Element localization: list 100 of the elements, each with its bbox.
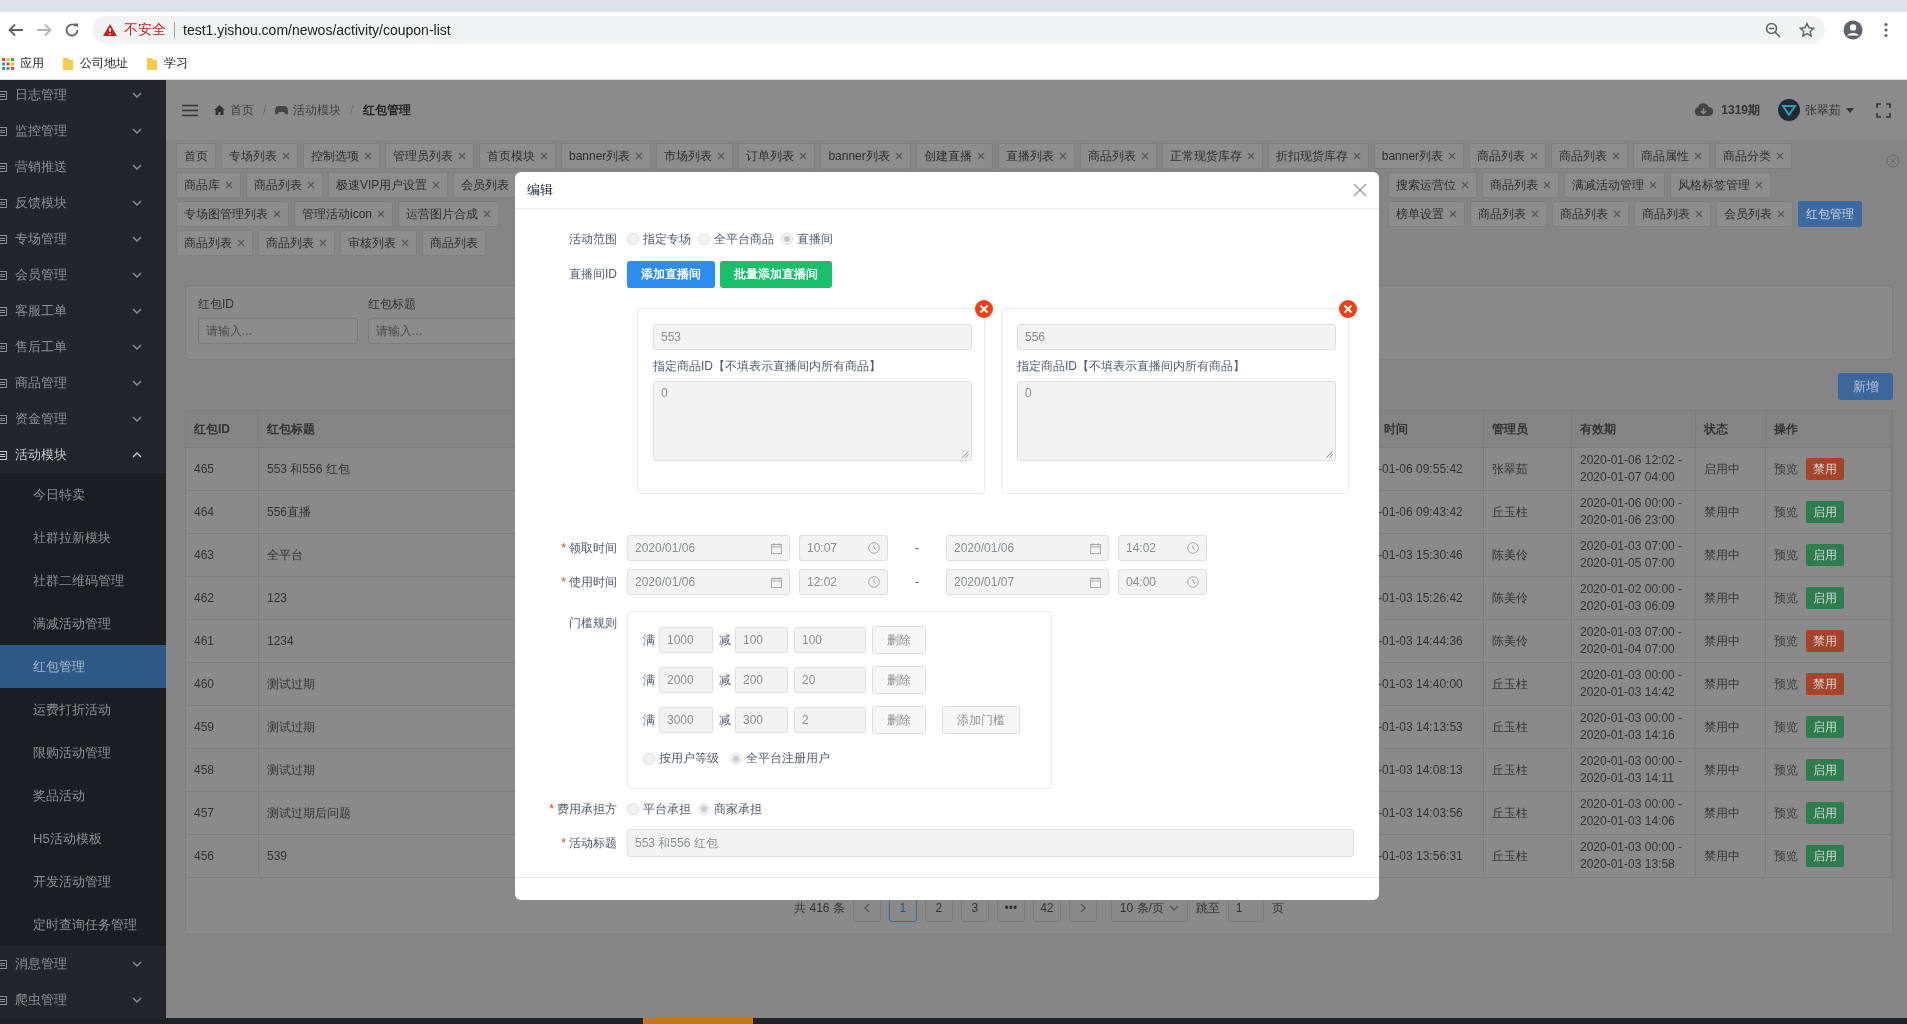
page-tab[interactable]: 红包管理 [1798, 201, 1862, 227]
preview-link[interactable]: 预览 [1774, 632, 1798, 650]
page-tab[interactable]: 会员列表 [1716, 201, 1793, 227]
sidebar-item[interactable]: 售后工单 [0, 329, 166, 365]
remove-icon[interactable] [975, 300, 993, 318]
radio-button[interactable] [698, 233, 710, 245]
disable-button[interactable]: 禁用 [1806, 630, 1844, 652]
page-tab[interactable]: 审核列表 [340, 230, 417, 256]
page-tab[interactable]: 直播列表 [997, 143, 1075, 169]
sidebar-item[interactable]: 商品管理 [0, 365, 166, 401]
input-field[interactable]: 3000 [659, 707, 713, 733]
input-field[interactable]: 2000 [659, 667, 713, 693]
close-icon[interactable] [799, 152, 808, 160]
input-field[interactable]: 1000 [659, 627, 713, 653]
submenu-item[interactable]: 定时查询任务管理 [0, 903, 166, 946]
input-field[interactable]: 553 和556 红包 [627, 829, 1354, 857]
sidebar-item[interactable]: 消息管理 [0, 946, 166, 982]
delete-button[interactable]: 删除 [872, 706, 926, 734]
close-all-icon[interactable] [1886, 154, 1900, 168]
input-field[interactable]: 300 [735, 707, 788, 733]
page-tab[interactable]: 商品列表 [1551, 143, 1629, 169]
page-tab[interactable]: 管理活动icon [294, 201, 393, 227]
date-field[interactable]: 2020/01/07 [946, 569, 1109, 595]
bookmark[interactable]: 应用 [2, 55, 44, 72]
page-tab[interactable]: 专场列表 [221, 143, 298, 169]
close-icon[interactable] [1448, 152, 1457, 160]
page-tab[interactable]: 订单列表 [738, 143, 816, 169]
close-icon[interactable] [1776, 152, 1785, 160]
date-field[interactable]: 2020/01/06 [627, 569, 790, 595]
time-field[interactable]: 12:02 [799, 569, 888, 595]
page-tab[interactable]: 商品列表 [1470, 201, 1547, 227]
close-icon[interactable] [273, 210, 281, 218]
submenu-item[interactable]: 红包管理 [0, 645, 166, 688]
back-arrow-icon[interactable] [8, 23, 24, 37]
page-tab[interactable]: 市场列表 [656, 143, 734, 169]
breadcrumb-link[interactable]: 首页 [214, 101, 254, 119]
user-menu[interactable]: 张翠茹 [1778, 99, 1854, 121]
close-icon[interactable] [1777, 210, 1785, 218]
close-icon[interactable] [1543, 181, 1551, 189]
star-icon[interactable] [1799, 22, 1815, 38]
menu-icon[interactable] [1883, 22, 1889, 38]
close-icon[interactable] [540, 152, 548, 160]
time-field[interactable]: 10:07 [799, 535, 888, 561]
breadcrumb-link[interactable]: 活动模块 [275, 101, 342, 119]
page-tab[interactable]: 控制选项 [303, 143, 380, 169]
date-field[interactable]: 2020/01/06 [946, 535, 1109, 561]
page-tab[interactable]: banner列表 [820, 143, 911, 169]
close-icon[interactable] [1649, 181, 1657, 189]
page-tab[interactable]: 商品列表 [246, 172, 323, 198]
preview-link[interactable]: 预览 [1774, 847, 1798, 865]
input-field[interactable]: 200 [735, 667, 788, 693]
delete-button[interactable]: 删除 [872, 666, 926, 694]
sidebar-item[interactable]: 客服工单 [0, 293, 166, 329]
page-tab[interactable]: 商品列表 [176, 230, 253, 256]
bookmark[interactable]: 公司地址 [62, 55, 128, 72]
close-icon[interactable] [458, 152, 466, 160]
page-tab[interactable]: 搜索运营位 [1388, 172, 1477, 198]
enable-button[interactable]: 启用 [1806, 501, 1844, 523]
preview-link[interactable]: 预览 [1774, 804, 1798, 822]
close-icon[interactable] [1352, 152, 1361, 160]
enable-button[interactable]: 启用 [1806, 802, 1844, 824]
enable-button[interactable]: 启用 [1806, 759, 1844, 781]
radio-button[interactable] [643, 752, 655, 765]
close-icon[interactable] [1140, 152, 1149, 160]
bookmark[interactable]: 学习 [146, 55, 188, 72]
close-icon[interactable] [1694, 152, 1703, 160]
add-button[interactable]: 新增 [1838, 373, 1893, 400]
page-tab[interactable]: 商品列表 [1469, 143, 1547, 169]
enable-button[interactable]: 启用 [1806, 716, 1844, 738]
sidebar-item[interactable]: 资金管理 [0, 401, 166, 437]
preview-link[interactable]: 预览 [1774, 503, 1798, 521]
submenu-item[interactable]: 限购活动管理 [0, 731, 166, 774]
text-area[interactable]: 0 [1017, 381, 1336, 461]
close-icon[interactable] [483, 210, 491, 218]
page-tab[interactable]: 正常现货库存 [1161, 143, 1263, 169]
page-tab[interactable]: 创建直播 [915, 143, 993, 169]
sidebar-item[interactable]: 监控管理 [0, 113, 166, 149]
input-field[interactable]: 20 [794, 667, 866, 693]
radio-button[interactable] [698, 803, 710, 815]
close-icon[interactable] [1449, 210, 1457, 218]
close-icon[interactable] [635, 152, 644, 160]
submenu-item[interactable]: 奖品活动 [0, 774, 166, 817]
preview-link[interactable]: 预览 [1774, 589, 1798, 607]
submenu-item[interactable]: H5活动模板 [0, 817, 166, 860]
radio-button[interactable] [781, 233, 793, 245]
close-icon[interactable] [1058, 152, 1067, 160]
page-tab[interactable]: 风格标签管理 [1670, 172, 1771, 198]
preview-link[interactable]: 预览 [1774, 460, 1798, 478]
input-field[interactable]: 556 [1017, 324, 1336, 350]
time-field[interactable]: 14:02 [1118, 535, 1207, 561]
hamburger-menu-icon[interactable] [182, 103, 198, 117]
radio-button[interactable] [730, 752, 742, 765]
close-icon[interactable] [1755, 181, 1763, 189]
preview-link[interactable]: 预览 [1774, 761, 1798, 779]
sidebar-item[interactable]: 活动模块 [0, 437, 166, 473]
page-tab[interactable]: 极速VIP用户设置 [328, 172, 449, 198]
sidebar-item[interactable]: 营销推送 [0, 149, 166, 185]
sidebar-item[interactable]: 爬虫管理 [0, 982, 166, 1018]
resize-handle-icon[interactable] [962, 451, 969, 458]
page-tab[interactable]: 专场图管理列表 [176, 201, 289, 227]
